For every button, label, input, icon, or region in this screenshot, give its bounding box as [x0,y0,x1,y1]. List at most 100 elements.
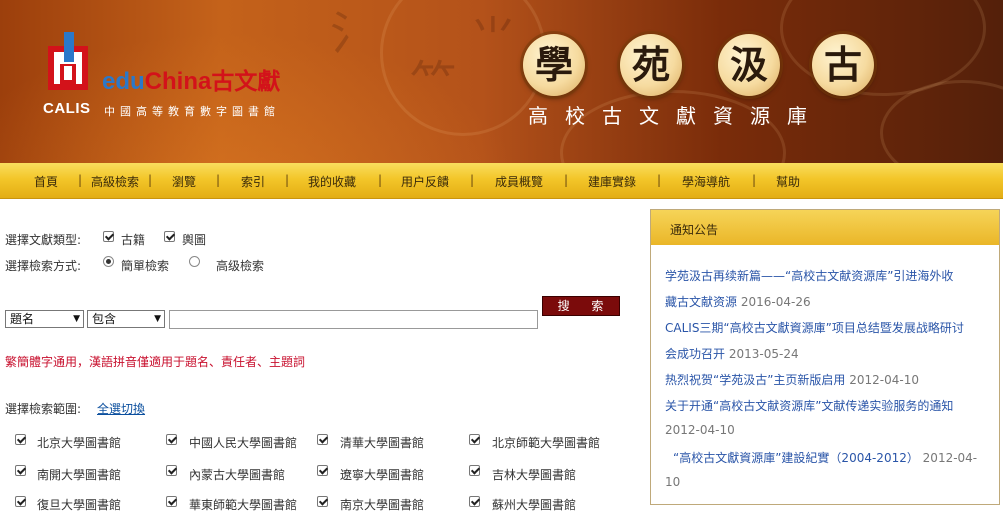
notice-header: 通知公告 [651,210,999,245]
library-label: 華東師範大學圖書館 [189,498,298,512]
notice-item[interactable]: 学苑汲古再续新篇——“高校古文献资源库”引进海外收 [665,267,953,284]
search-input[interactable] [169,310,538,329]
notice-item: 10 [665,475,680,489]
nav-browse[interactable]: 瀏覽 [172,173,196,190]
nav-navigation[interactable]: 學海導航 [682,173,730,190]
simple-search-radio[interactable] [103,256,114,267]
notice-link[interactable]: CALIS三期“高校古文獻資源庫”项目总结暨发展战略研讨 [665,321,964,335]
calis-edu-china-logo[interactable]: CALIS eduChina古文獻 中國高等教育數字圖書館 [40,30,320,130]
advanced-search-radio[interactable] [189,256,200,267]
library-label: 北京大學圖書館 [37,436,122,450]
toggle-all-link[interactable]: 全選切換 [97,400,145,417]
notice-item[interactable]: 会成功召开 2013-05-24 [665,345,799,362]
nav-separator: | [378,173,383,187]
nav-help[interactable]: 幫助 [776,173,800,190]
logo-calis-text: CALIS [43,100,91,117]
doc-type-label: 選擇文獻類型: [5,233,82,247]
library-label: 內蒙古大學圖書館 [189,468,286,482]
doc-type-maps-checkbox[interactable] [164,231,175,242]
scope-label: 選擇檢索範圍: [5,402,82,416]
notice-item[interactable]: “高校古文獻資源庫”建設紀實（2004-2012） 2012-04- [673,449,977,466]
logo-china-text: China [144,68,212,95]
library-checkbox[interactable] [469,465,480,476]
library-label: 蘇州大學圖書館 [492,498,577,512]
nav-separator: | [752,173,757,187]
nav-separator: | [657,173,662,187]
library-checkbox[interactable] [166,465,177,476]
doc-type-maps-label: 輿圖 [182,233,207,247]
chevron-down-icon: ▼ [154,314,161,324]
banner-tagline: 高校古文獻資源庫 [528,104,824,128]
chevron-down-icon: ▼ [73,314,80,324]
notice-link[interactable]: 学苑汲古再续新篇——“高校古文献资源库”引进海外收 [665,269,953,283]
nav-separator: | [285,173,290,187]
field-select-value: 題名 [10,312,35,326]
library-label: 北京師範大學圖書館 [492,436,601,450]
notice-date: 10 [665,475,681,489]
notice-item[interactable]: 热烈祝贺“学苑汲古”主页新版启用 2012-04-10 [665,371,919,388]
nav-index[interactable]: 索引 [241,173,265,190]
notice-date: 2012-04-10 [665,423,735,437]
doc-type-ancient-books-checkbox[interactable] [103,231,114,242]
match-select-value: 包含 [92,312,117,326]
library-checkbox[interactable] [317,496,328,507]
library-label: 遼寧大學圖書館 [340,468,425,482]
nav-separator: | [470,173,475,187]
notice-item[interactable]: CALIS三期“高校古文獻資源庫”项目总结暨发展战略研讨 [665,319,964,336]
library-checkbox[interactable] [317,434,328,445]
notice-date: 2012-04- [922,451,978,465]
nav-separator: | [78,173,83,187]
calligraphy-decoration: ⺮ [410,56,456,110]
notice-title: 通知公告 [670,223,719,237]
library-checkbox[interactable] [317,465,328,476]
logo-brand-text: eduChina古文獻 [102,68,280,96]
library-checkbox[interactable] [15,434,26,445]
cloud-ornament [380,0,546,136]
search-mode-label: 選擇檢索方式: [5,259,82,273]
notice-link[interactable]: 会成功召开 [665,347,725,361]
library-checkbox[interactable] [15,496,26,507]
simple-search-label: 簡單檢索 [121,259,170,273]
calligraphy-decoration: ⺌ [470,11,516,65]
field-select[interactable]: 題名 ▼ [5,310,84,328]
seal-char-2: 苑 [620,34,682,96]
match-select[interactable]: 包含 ▼ [87,310,165,328]
notice-item[interactable]: 关于开通“高校古文献资源库”文献传递实验服务的通知 [665,397,953,414]
notice-item[interactable]: 藏古文献资源 2016-04-26 [665,293,811,310]
logo-edu-text: edu [102,68,145,95]
calligraphy-decoration: ⺡ [330,6,376,60]
nav-build-record[interactable]: 建庫實錄 [588,173,636,190]
doc-type-ancient-books-label: 古籍 [121,233,146,247]
logo-gwx-text: 古文獻 [211,68,281,95]
nav-separator: | [216,173,221,187]
nav-advanced-search[interactable]: 高級檢索 [91,173,139,190]
library-checkbox[interactable] [166,496,177,507]
search-hint: 繁簡體字通用，漢語拼音僅適用于題名、責任者、主題詞 [5,355,306,369]
seal-char-3: 汲 [718,34,780,96]
notice-link[interactable]: 热烈祝贺“学苑汲古”主页新版启用 [665,373,845,387]
search-button[interactable]: 搜 索 [542,296,620,316]
header-banner: ⺡ ⺮ ⺌ CALIS eduChina古文獻 中國高等教育數字圖書館 學 苑 … [0,0,1003,163]
logo-mark-icon [48,32,88,90]
notice-link[interactable]: 藏古文献资源 [665,295,737,309]
notice-link[interactable]: “高校古文獻資源庫”建設紀實（2004-2012） [673,451,919,465]
library-checkbox[interactable] [15,465,26,476]
nav-favorites[interactable]: 我的收藏 [308,173,356,190]
nav-members[interactable]: 成員概覽 [495,173,543,190]
nav-home[interactable]: 首頁 [34,173,58,190]
nav-separator: | [148,173,153,187]
library-label: 中國人民大學圖書館 [189,436,298,450]
library-label: 吉林大學圖書館 [492,468,577,482]
library-label: 南開大學圖書館 [37,468,122,482]
library-label: 復旦大學圖書館 [37,498,122,512]
nav-feedback[interactable]: 用户反饋 [401,173,449,190]
library-checkbox[interactable] [469,496,480,507]
library-checkbox[interactable] [469,434,480,445]
notice-date: 2012-04-10 [849,373,920,387]
notice-link[interactable]: 关于开通“高校古文献资源库”文献传递实验服务的通知 [665,399,953,413]
logo-subtitle: 中國高等教育數字圖書館 [104,105,280,118]
advanced-search-label: 高级檢索 [216,259,265,273]
main-nav: 首頁 | 高級檢索 | 瀏覽 | 索引 | 我的收藏 | 用户反饋 | 成員概覽… [0,163,1003,199]
library-checkbox[interactable] [166,434,177,445]
notice-date: 2013-05-24 [728,347,799,361]
